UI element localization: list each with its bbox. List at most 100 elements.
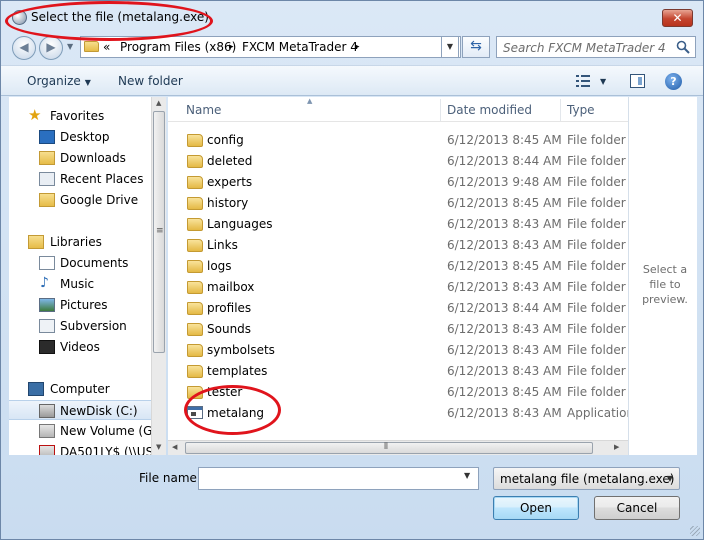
sort-ascending-icon: ▲ xyxy=(307,97,313,105)
scrollbar-thumb[interactable] xyxy=(185,442,593,454)
file-row[interactable]: metalang 6/12/2013 8:43 AM Application xyxy=(168,402,628,423)
file-row[interactable]: symbolsets 6/12/2013 8:43 AM File folder xyxy=(168,339,628,360)
folder-icon xyxy=(187,365,203,378)
nav-item-desktop[interactable]: Desktop xyxy=(9,127,151,147)
file-row[interactable]: Sounds 6/12/2013 8:43 AM File folder xyxy=(168,318,628,339)
file-row[interactable]: tester 6/12/2013 8:45 AM File folder xyxy=(168,381,628,402)
music-icon: ♪ xyxy=(40,275,49,291)
preview-pane: Select a file to preview. xyxy=(628,97,697,455)
recent-locations-dropdown[interactable]: ▼ xyxy=(67,42,73,51)
file-type: File folder xyxy=(567,217,626,231)
views-icon[interactable] xyxy=(576,75,590,87)
scroll-left-icon[interactable]: ◀ xyxy=(172,443,177,451)
file-row[interactable]: history 6/12/2013 8:45 AM File folder xyxy=(168,192,628,213)
refresh-button[interactable]: ⇆ xyxy=(462,36,490,58)
file-row[interactable]: profiles 6/12/2013 8:44 AM File folder xyxy=(168,297,628,318)
file-row[interactable]: Links 6/12/2013 8:43 AM File folder xyxy=(168,234,628,255)
nav-item-subversion[interactable]: Subversion xyxy=(9,316,151,336)
nav-item-network-drive[interactable]: DA501LY$ (\\USS xyxy=(9,442,151,455)
file-type-value: metalang file (metalang.exe) xyxy=(500,472,675,486)
file-row[interactable]: logs 6/12/2013 8:45 AM File folder xyxy=(168,255,628,276)
column-divider[interactable] xyxy=(440,99,441,121)
search-input[interactable]: Search FXCM MetaTrader 4 xyxy=(496,36,696,58)
window-title: Select the file (metalang.exe) xyxy=(31,10,209,24)
folder-icon xyxy=(187,344,203,357)
nav-item-downloads[interactable]: Downloads xyxy=(9,148,151,168)
nav-item-newdisk-c[interactable]: NewDisk (C:) xyxy=(9,400,151,420)
file-type-select[interactable]: metalang file (metalang.exe) ▼ xyxy=(493,467,680,490)
file-row[interactable]: deleted 6/12/2013 8:44 AM File folder xyxy=(168,150,628,171)
command-toolbar: Organize ▼ New folder ▼ ? xyxy=(1,65,703,96)
scroll-down-icon[interactable]: ▼ xyxy=(156,443,161,451)
nav-computer[interactable]: Computer xyxy=(9,379,151,399)
nav-favorites[interactable]: ★ Favorites xyxy=(9,106,151,126)
horizontal-scrollbar[interactable]: ◀ ▶ xyxy=(168,440,628,455)
chevron-down-icon: ▼ xyxy=(84,78,91,87)
back-button[interactable]: ◀ xyxy=(12,36,36,60)
nav-item-documents[interactable]: Documents xyxy=(9,253,151,273)
nav-item-pictures[interactable]: Pictures xyxy=(9,295,151,315)
column-header-name[interactable]: Name xyxy=(186,103,221,117)
nav-item-recent-places[interactable]: Recent Places xyxy=(9,169,151,189)
file-row[interactable]: Languages 6/12/2013 8:43 AM File folder xyxy=(168,213,628,234)
views-dropdown[interactable]: ▼ xyxy=(600,77,606,86)
breadcrumb-program-files[interactable]: Program Files (x86) xyxy=(120,40,236,54)
file-date-modified: 6/12/2013 8:43 AM xyxy=(447,238,562,252)
google-drive-folder-icon xyxy=(39,193,55,207)
help-icon[interactable]: ? xyxy=(665,73,682,90)
nav-item-google-drive[interactable]: Google Drive xyxy=(9,190,151,210)
file-name: Sounds xyxy=(207,322,252,336)
resize-grip[interactable] xyxy=(690,526,700,536)
nav-item-new-volume-g[interactable]: New Volume (G:) xyxy=(9,421,151,441)
search-icon[interactable] xyxy=(675,39,691,55)
application-icon xyxy=(187,406,203,419)
file-row[interactable]: mailbox 6/12/2013 8:43 AM File folder xyxy=(168,276,628,297)
forward-button[interactable]: ▶ xyxy=(39,36,63,60)
address-overflow[interactable]: « xyxy=(103,40,110,54)
scroll-right-icon[interactable]: ▶ xyxy=(614,443,619,451)
file-date-modified: 6/12/2013 8:44 AM xyxy=(447,301,562,315)
breadcrumb-separator[interactable]: ▸ xyxy=(355,42,360,52)
file-row[interactable]: templates 6/12/2013 8:43 AM File folder xyxy=(168,360,628,381)
file-date-modified: 6/12/2013 8:44 AM xyxy=(447,154,562,168)
nav-libraries[interactable]: Libraries xyxy=(9,232,151,252)
back-arrow-icon: ◀ xyxy=(19,40,29,54)
file-name-dropdown[interactable]: ▼ xyxy=(464,471,470,480)
file-name: templates xyxy=(207,364,268,378)
new-folder-button[interactable]: New folder xyxy=(118,74,183,88)
file-type: File folder xyxy=(567,364,626,378)
preview-message: Select a file to preview. xyxy=(642,263,688,306)
open-button[interactable]: Open xyxy=(493,496,579,520)
file-date-modified: 6/12/2013 8:45 AM xyxy=(447,385,562,399)
preview-pane-icon[interactable] xyxy=(630,74,645,88)
column-header-date-modified[interactable]: Date modified xyxy=(447,103,532,117)
folder-icon xyxy=(187,239,203,252)
downloads-folder-icon xyxy=(39,151,55,165)
nav-item-music[interactable]: ♪ Music xyxy=(9,274,151,294)
file-name-input[interactable] xyxy=(198,467,479,490)
breadcrumb-separator[interactable]: ▸ xyxy=(229,42,234,52)
scroll-up-icon[interactable]: ▲ xyxy=(156,99,161,107)
organize-button[interactable]: Organize ▼ xyxy=(27,74,91,88)
star-icon: ★ xyxy=(28,106,42,124)
address-dropdown[interactable]: ▼ xyxy=(441,36,459,58)
file-name: profiles xyxy=(207,301,252,315)
column-header-type[interactable]: Type xyxy=(567,103,595,117)
file-type: File folder xyxy=(567,280,626,294)
folder-icon xyxy=(187,218,203,231)
pictures-icon xyxy=(39,298,55,312)
file-row[interactable]: config 6/12/2013 8:45 AM File folder xyxy=(168,129,628,150)
nav-item-videos[interactable]: Videos xyxy=(9,337,151,357)
column-divider[interactable] xyxy=(560,99,561,121)
close-button[interactable]: ✕ xyxy=(662,9,693,27)
address-bar[interactable]: « Program Files (x86) ▸ FXCM MetaTrader … xyxy=(80,36,461,58)
file-type: File folder xyxy=(567,154,626,168)
cancel-button[interactable]: Cancel xyxy=(594,496,680,520)
file-date-modified: 6/12/2013 8:43 AM xyxy=(447,364,562,378)
file-row[interactable]: experts 6/12/2013 9:48 AM File folder xyxy=(168,171,628,192)
breadcrumb-fxcm-metatrader[interactable]: FXCM MetaTrader 4 xyxy=(242,40,358,54)
scrollbar-thumb[interactable] xyxy=(153,111,165,353)
forward-arrow-icon: ▶ xyxy=(46,40,56,54)
file-name: Languages xyxy=(207,217,273,231)
navigation-scrollbar[interactable]: ▲ ▼ xyxy=(151,97,166,455)
